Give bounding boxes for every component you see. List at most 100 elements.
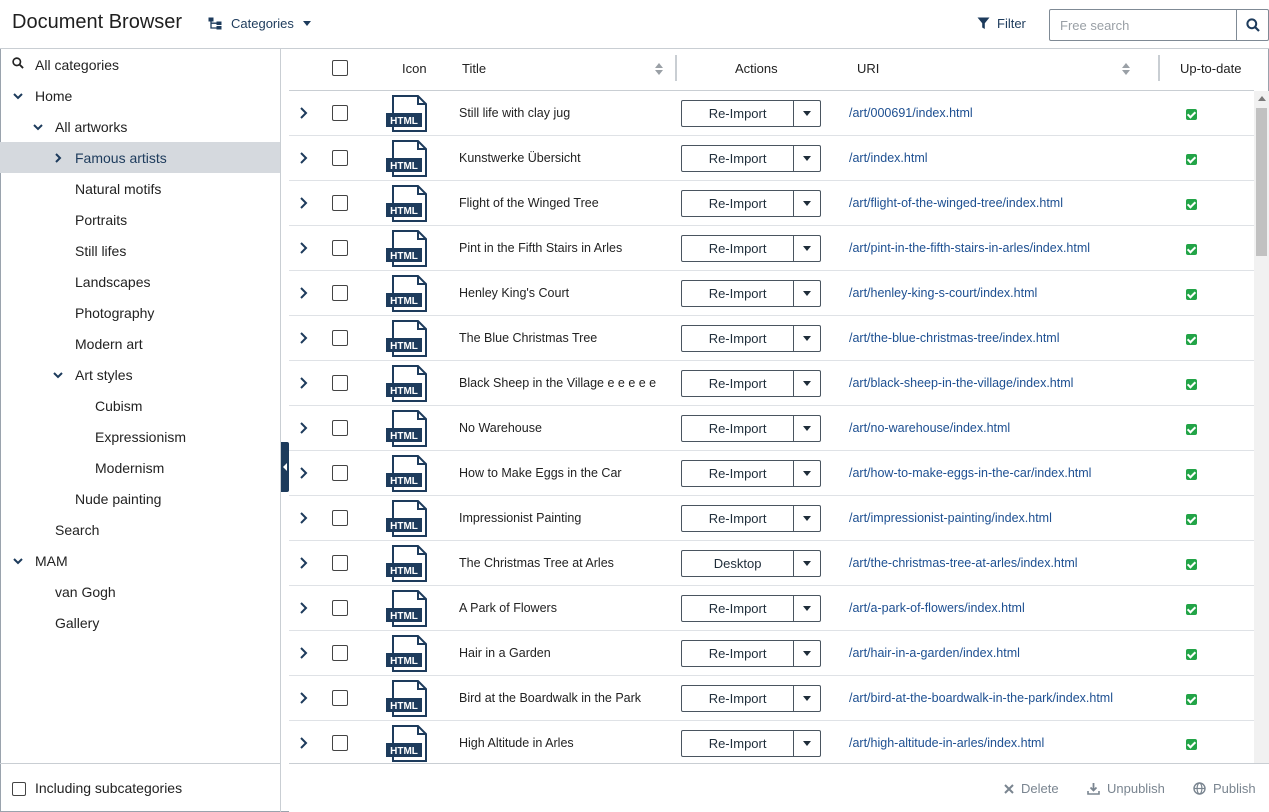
chevron-right-icon[interactable] <box>299 646 309 660</box>
tree-item-all-categories[interactable]: All categories <box>0 49 280 80</box>
chevron-down-icon[interactable] <box>12 555 24 567</box>
column-resizer[interactable] <box>1158 55 1160 81</box>
table-row[interactable]: HTML How to Make Eggs in the Car Re-Import… <box>289 451 1254 496</box>
chevron-right-icon[interactable] <box>299 511 309 525</box>
tree-item-search[interactable]: Search <box>0 514 280 545</box>
chevron-right-icon[interactable] <box>299 286 309 300</box>
action-button[interactable]: Re-Import <box>682 281 793 306</box>
table-row[interactable]: HTML Flight of the Winged Tree Re-Import/a… <box>289 181 1254 226</box>
action-button[interactable]: Re-Import <box>682 641 793 666</box>
table-row[interactable]: HTML Henley King's Court Re-Import/art/hen… <box>289 271 1254 316</box>
tree-item-expressionism[interactable]: Expressionism <box>0 421 280 452</box>
publish-button[interactable]: Publish <box>1193 781 1256 796</box>
unpublish-button[interactable]: Unpublish <box>1087 781 1165 796</box>
row-checkbox[interactable] <box>332 600 348 616</box>
row-checkbox[interactable] <box>332 465 348 481</box>
action-button[interactable]: Re-Import <box>682 236 793 261</box>
row-checkbox[interactable] <box>332 375 348 391</box>
chevron-right-icon[interactable] <box>299 691 309 705</box>
table-row[interactable]: HTML Black Sheep in the Village e e e e e… <box>289 361 1254 406</box>
scrollbar-thumb[interactable] <box>1256 108 1267 256</box>
row-uri-link[interactable]: /art/bird-at-the-boardwalk-in-the-park/i… <box>849 691 1113 705</box>
row-checkbox[interactable] <box>332 735 348 751</box>
table-row[interactable]: HTML Bird at the Boardwalk in the Park Re-… <box>289 676 1254 721</box>
table-row[interactable]: HTML The Blue Christmas Tree Re-Import/art… <box>289 316 1254 361</box>
action-button[interactable]: Re-Import <box>682 101 793 126</box>
row-uri-link[interactable]: /art/how-to-make-eggs-in-the-car/index.h… <box>849 466 1091 480</box>
action-menu-button[interactable] <box>793 641 820 666</box>
chevron-right-icon[interactable] <box>299 466 309 480</box>
action-menu-button[interactable] <box>793 101 820 126</box>
chevron-right-icon[interactable] <box>299 331 309 345</box>
table-row[interactable]: HTML No Warehouse Re-Import/art/no-warehou… <box>289 406 1254 451</box>
sort-icon[interactable] <box>655 63 663 76</box>
chevron-down-icon[interactable] <box>12 90 24 102</box>
row-uri-link[interactable]: /art/black-sheep-in-the-village/index.ht… <box>849 376 1073 390</box>
tree-item-nude-painting[interactable]: Nude painting <box>0 483 280 514</box>
search-input[interactable] <box>1050 10 1236 40</box>
action-menu-button[interactable] <box>793 551 820 576</box>
tree-item-van-gogh[interactable]: van Gogh <box>0 576 280 607</box>
action-menu-button[interactable] <box>793 596 820 621</box>
tree-item-famous-artists[interactable]: Famous artists <box>0 142 280 173</box>
filter-button[interactable]: Filter <box>977 16 1026 31</box>
row-checkbox[interactable] <box>332 420 348 436</box>
categories-button[interactable]: Categories <box>208 16 311 31</box>
table-row[interactable]: HTML Pint in the Fifth Stairs in Arles Re-… <box>289 226 1254 271</box>
chevron-down-icon[interactable] <box>52 369 64 381</box>
action-button[interactable]: Desktop <box>682 551 793 576</box>
sort-icon[interactable] <box>1122 63 1130 76</box>
action-button[interactable]: Re-Import <box>682 461 793 486</box>
table-row[interactable]: HTML High Altitude in Arles Re-Import/art/… <box>289 721 1254 763</box>
tree-item-cubism[interactable]: Cubism <box>0 390 280 421</box>
table-row[interactable]: HTML Kunstwerke Übersicht Re-Import/art/in… <box>289 136 1254 181</box>
table-row[interactable]: HTML Still life with clay jug Re-Import/ar… <box>289 91 1254 136</box>
action-menu-button[interactable] <box>793 146 820 171</box>
row-checkbox[interactable] <box>332 330 348 346</box>
tree-item-portraits[interactable]: Portraits <box>0 204 280 235</box>
action-button[interactable]: Re-Import <box>682 191 793 216</box>
table-row[interactable]: HTML A Park of Flowers Re-Import/art/a-par… <box>289 586 1254 631</box>
action-menu-button[interactable] <box>793 416 820 441</box>
action-menu-button[interactable] <box>793 191 820 216</box>
row-uri-link[interactable]: /art/000691/index.html <box>849 106 973 120</box>
action-menu-button[interactable] <box>793 686 820 711</box>
vertical-scrollbar[interactable] <box>1254 91 1269 763</box>
table-row[interactable]: HTML Impressionist Painting Re-Import/art/… <box>289 496 1254 541</box>
action-button[interactable]: Re-Import <box>682 146 793 171</box>
action-button[interactable]: Re-Import <box>682 326 793 351</box>
chevron-right-icon[interactable] <box>299 736 309 750</box>
row-uri-link[interactable]: /art/no-warehouse/index.html <box>849 421 1010 435</box>
tree-item-mam[interactable]: MAM <box>0 545 280 576</box>
row-checkbox[interactable] <box>332 555 348 571</box>
row-uri-link[interactable]: /art/henley-king-s-court/index.html <box>849 286 1037 300</box>
action-button[interactable]: Re-Import <box>682 506 793 531</box>
row-checkbox[interactable] <box>332 690 348 706</box>
tree-item-natural-motifs[interactable]: Natural motifs <box>0 173 280 204</box>
row-uri-link[interactable]: /art/pint-in-the-fifth-stairs-in-arles/i… <box>849 241 1090 255</box>
action-button[interactable]: Re-Import <box>682 686 793 711</box>
table-row[interactable]: HTML Hair in a Garden Re-Import/art/hair-i… <box>289 631 1254 676</box>
chevron-right-icon[interactable] <box>299 106 309 120</box>
row-checkbox[interactable] <box>332 285 348 301</box>
action-button[interactable]: Re-Import <box>682 596 793 621</box>
action-menu-button[interactable] <box>793 731 820 756</box>
action-menu-button[interactable] <box>793 461 820 486</box>
action-menu-button[interactable] <box>793 506 820 531</box>
chevron-right-icon[interactable] <box>299 421 309 435</box>
table-row[interactable]: HTML The Christmas Tree at Arles Desktop/a… <box>289 541 1254 586</box>
include-subcategories-checkbox[interactable] <box>12 782 26 796</box>
chevron-right-icon[interactable] <box>299 376 309 390</box>
action-button[interactable]: Re-Import <box>682 416 793 441</box>
action-button[interactable]: Re-Import <box>682 371 793 396</box>
tree-item-photography[interactable]: Photography <box>0 297 280 328</box>
action-menu-button[interactable] <box>793 236 820 261</box>
chevron-right-icon[interactable] <box>299 556 309 570</box>
row-uri-link[interactable]: /art/the-blue-christmas-tree/index.html <box>849 331 1060 345</box>
chevron-right-icon[interactable] <box>299 151 309 165</box>
row-checkbox[interactable] <box>332 510 348 526</box>
row-checkbox[interactable] <box>332 645 348 661</box>
row-uri-link[interactable]: /art/hair-in-a-garden/index.html <box>849 646 1020 660</box>
select-all-checkbox[interactable] <box>332 60 348 76</box>
row-checkbox[interactable] <box>332 105 348 121</box>
